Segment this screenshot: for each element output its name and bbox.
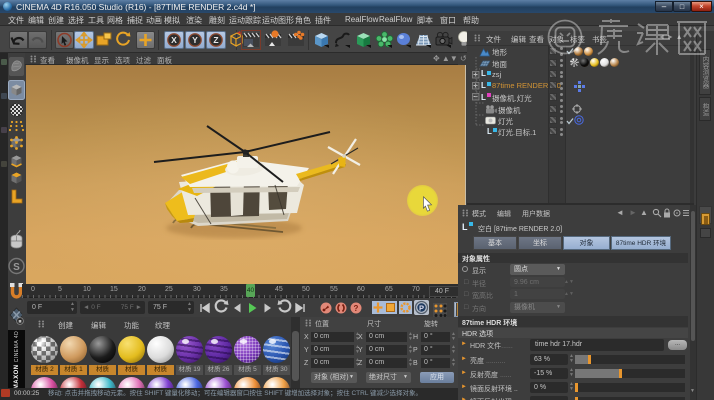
svg-text:X: X bbox=[171, 35, 177, 45]
svg-text:P: P bbox=[419, 304, 424, 313]
svg-text:Z: Z bbox=[213, 35, 218, 45]
svg-text:?: ? bbox=[354, 304, 359, 313]
svg-text:Y: Y bbox=[192, 35, 198, 45]
svg-text:S: S bbox=[13, 262, 20, 273]
